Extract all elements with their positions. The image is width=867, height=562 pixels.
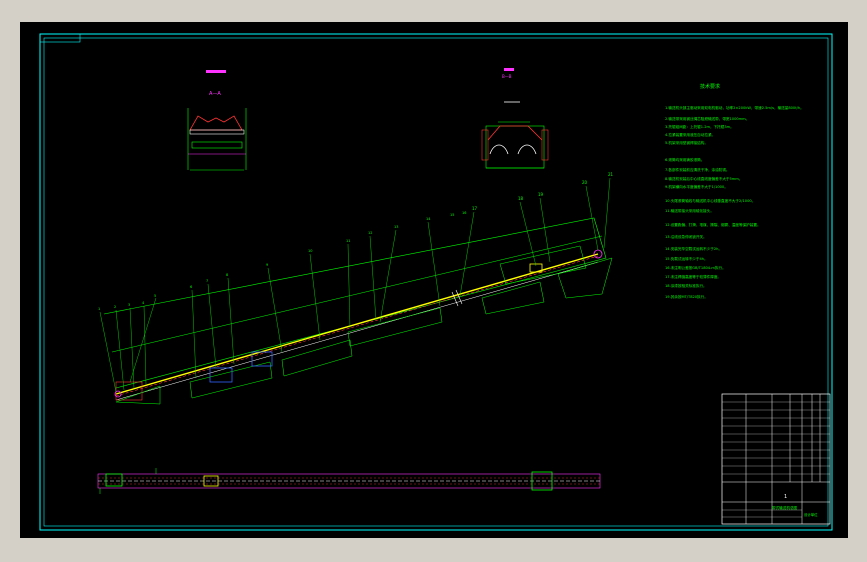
part-label: 17 [472,206,478,211]
cad-viewport: A—A B—B 技术要求 1.输送机头部主驱动采用双电机驱动，功率2×200kW… [20,22,848,538]
part-label: 8 [226,273,228,277]
note-3: 3.托辊组间距：上托辊1.2m，下托辊3m。 [665,124,734,129]
note-14: 14.安装完毕空载试运转不少于2h。 [665,246,722,251]
part-label: 21 [608,172,614,177]
note-5: 5.机架采用型钢焊接结构。 [665,140,708,145]
note-13: 13.沿线设急停闭锁开关。 [665,234,707,239]
part-label: 5 [154,294,156,298]
belt-inner [115,255,599,397]
part-label: 20 [582,180,588,185]
conveyor-elevation: 1 2 3 4 5 6 7 8 9 10 11 12 13 14 15 16 1… [98,172,614,405]
company-name: 设计单位 [804,512,818,517]
note-8: 8.输送机安装后中心线直线度偏差不大于5mm。 [665,176,742,181]
section-label-a: A—A [209,91,221,97]
title-block: 1 带式输送机总图 设计单位 [721,393,831,525]
part-label: 13 [394,225,398,229]
part-label: 15 [450,213,454,217]
note-11: 11.输送带接头采用硫化接头。 [665,208,714,213]
part-label: 1 [98,307,100,311]
technical-notes: 技术要求 1.输送机头部主驱动采用双电机驱动，功率2×200kW，带速2.5m/… [665,83,804,299]
conveyor-plan-view [97,468,601,494]
section-label-b: B—B [502,74,512,79]
part-label: 12 [368,231,372,235]
part-label: 18 [518,196,524,201]
notes-title: 技术要求 [700,83,720,90]
note-6: 6.滚筒均采用铸胶滚筒。 [665,157,704,162]
belt-top [115,253,599,395]
sheet-number: 1 [784,494,787,500]
note-7: 7.各部件安装前应清洗干净，涂油防锈。 [665,167,730,172]
conveyor-drawing: A—A B—B 技术要求 1.输送机头部主驱动采用双电机驱动，功率2×200kW… [39,33,833,531]
part-label: 7 [206,279,208,283]
note-15: 15.负载试运转不少于4h。 [665,256,708,261]
part-label: 3 [128,303,130,307]
part-label: 10 [308,249,312,253]
part-label: 19 [538,192,544,197]
note-16: 16.未注明公差按GB/T1804-m执行。 [665,265,726,270]
drawing-title: 带式输送机总图 [772,505,798,510]
note-1: 1.输送机头部主驱动采用双电机驱动，功率2×200kW，带速2.5m/s，输送量… [665,105,804,110]
inner-border [43,37,829,527]
section-view-b: B—B [481,68,549,169]
note-9: 9.机架横向水平度偏差不大于1/1000。 [665,184,728,189]
section-view-a: A—A [187,70,247,171]
note-12: 12.设置跑偏、打滑、堆煤、撕裂、烟雾、温度等保护装置。 [665,222,761,227]
note-17: 17.未注焊缝高度等于较薄件厚度。 [665,274,721,279]
note-19: 19.其余按MT/T820执行。 [665,294,708,299]
part-label: 14 [426,217,431,221]
part-label: 9 [266,263,268,267]
note-2: 2.输送带采用钢丝绳芯阻燃输送带，带宽1000mm。 [665,116,749,121]
note-10: 10.头尾滚筒轴线与输送机中心线垂直度不大于2/1000。 [665,198,755,203]
part-label: 11 [346,239,350,243]
part-label: 2 [114,305,116,309]
part-label: 16 [462,211,466,215]
note-18: 18.涂漆按相关标准执行。 [665,283,707,288]
part-label: 4 [142,301,145,305]
part-label: 6 [190,285,192,289]
note-4: 4.拉紧装置采用液压自动拉紧。 [665,132,715,137]
